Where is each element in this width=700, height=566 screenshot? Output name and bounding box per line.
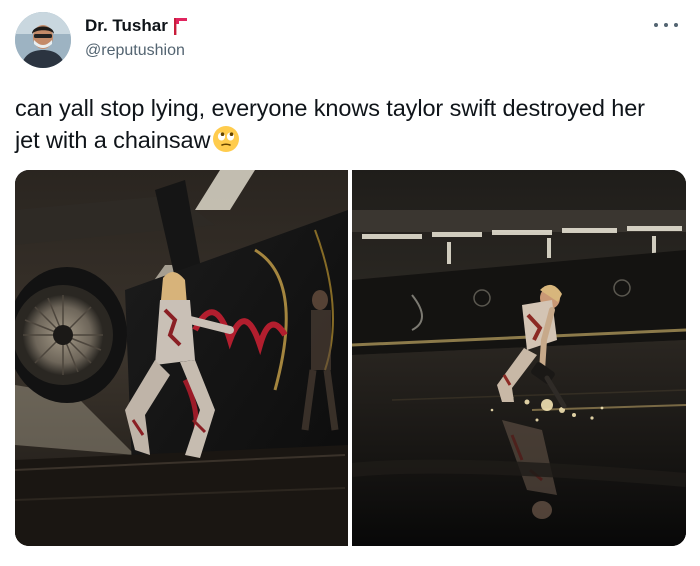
photo-performer-with-chainsaw-image [352,170,686,546]
author-display-name[interactable]: Dr. Tushar [85,16,168,36]
tweet-text: can yall stop lying, everyone knows tayl… [15,92,655,156]
media-grid [15,170,686,546]
tweet-card: Dr. Tushar @reputushion can yall stop ly… [0,0,700,566]
more-options-icon[interactable] [652,18,680,32]
dot [654,23,658,27]
red-flag-icon [172,17,188,35]
author-name-row[interactable]: Dr. Tushar [85,16,188,36]
dot [674,23,678,27]
author-handle[interactable]: @reputushion [85,42,185,60]
dot [664,23,668,27]
avatar-image [15,12,71,68]
tweet-text-body: can yall stop lying, everyone knows tayl… [15,95,645,153]
photo-performer-with-chainsaw[interactable] [352,170,686,546]
photo-performer-on-jet-wing[interactable] [15,170,348,546]
photo-performer-on-jet-wing-image [15,170,348,546]
avatar[interactable] [15,12,71,68]
face-with-rolling-eyes-emoji-icon [212,125,240,153]
